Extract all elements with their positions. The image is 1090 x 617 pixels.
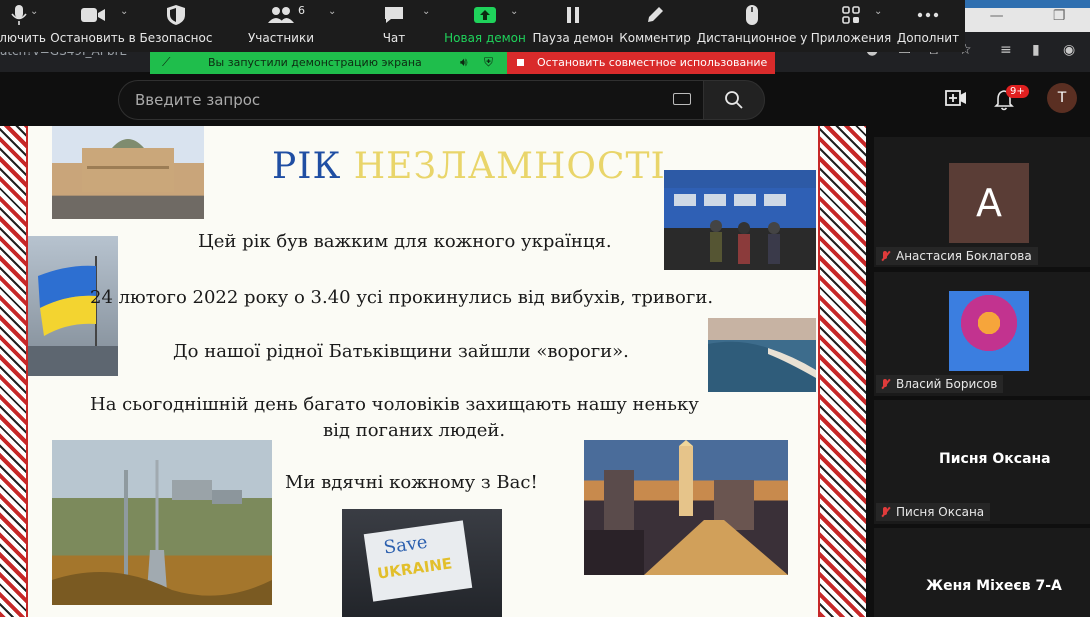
search-placeholder: Введите запрос <box>135 91 261 109</box>
kyiv-motherland-photo <box>52 440 272 605</box>
shield-icon[interactable]: ⛨ <box>484 55 493 70</box>
microphone-icon <box>11 5 27 25</box>
poster-sign: Save UKRAINE <box>363 520 473 602</box>
opera-house-photo <box>52 126 204 219</box>
apps-icon <box>842 6 860 24</box>
annotate-label: Комментир <box>619 31 691 45</box>
slide-line-2: 24 лютого 2022 року о 3.40 усі прокинули… <box>90 287 714 308</box>
participants-label: Участники <box>247 31 315 45</box>
border-line <box>818 126 820 617</box>
slide-line-5: від поганих людей. <box>323 420 506 441</box>
participant-name: Писня Оксана <box>896 505 985 519</box>
mouse-icon <box>746 5 758 25</box>
participant-tile[interactable] <box>874 528 1090 617</box>
account-avatar[interactable]: T <box>1047 83 1077 113</box>
slide-line-1: Цей рік був важким для кожного українця. <box>198 231 612 252</box>
slide-line-3: До нашої рідної Батьківщини зайшли «воро… <box>173 341 629 362</box>
apps-label: Приложения <box>810 31 892 45</box>
annotate-button[interactable]: Комментир <box>619 0 691 52</box>
participant-center-name: Женя Міхеєв 7-А <box>926 578 1062 594</box>
window-title-strip <box>965 0 1090 8</box>
pen-icon <box>648 7 663 22</box>
notification-badge: 9+ <box>1006 85 1029 98</box>
embroidery-border-left <box>0 126 28 617</box>
participant-avatar-image <box>949 291 1029 371</box>
mute-label: ключить <box>0 31 46 45</box>
sharing-banner: ⟋ Вы запустили демонстрацию экрана 🔊︎ ⛨ <box>150 52 507 74</box>
chat-button[interactable]: Чат <box>374 0 414 52</box>
pause-share-label: Пауза демон <box>532 31 614 45</box>
screen: atch?v=GS49I_APbrE ● ▭ ⧉ ☆ ≡ ▮ ◉ — ❐ клю… <box>0 0 1090 617</box>
stop-share-label: Остановить совместное использование <box>537 56 768 69</box>
media-icon[interactable]: ≡ <box>1000 42 1012 58</box>
title-part-1: РІК <box>272 146 342 187</box>
stop-share-button[interactable]: Остановить совместное использование <box>507 52 775 74</box>
more-button[interactable]: Дополнит <box>896 0 960 52</box>
pause-share-button[interactable]: Пауза демон <box>532 0 614 52</box>
participant-avatar: A <box>949 163 1029 243</box>
slide-line-4: На сьогоднішній день багато чоловіків за… <box>90 394 699 415</box>
profile-icon[interactable]: ◉ <box>1063 42 1075 58</box>
train-station-photo <box>664 170 816 270</box>
chevron-down-icon[interactable]: ⌄ <box>328 6 336 17</box>
speaker-icon[interactable]: 🔊︎ <box>460 55 468 70</box>
security-button[interactable]: Безопаснос <box>140 0 212 52</box>
remote-control-button[interactable]: Дистанционное у <box>697 0 807 52</box>
create-video-icon[interactable] <box>945 89 967 107</box>
drag-handle-icon[interactable]: ⟋ <box>162 55 170 70</box>
video-camera-icon <box>81 8 105 22</box>
muted-mic-icon <box>880 506 890 518</box>
chat-icon <box>385 7 403 23</box>
poster-text-save: Save <box>382 531 429 559</box>
embroidery-border-right <box>820 126 866 617</box>
chevron-down-icon[interactable]: ⌄ <box>874 6 882 17</box>
side-panel-icon[interactable]: ▮ <box>1032 42 1040 58</box>
slide-title: РІК НЕЗЛАМНОСТІ <box>272 146 666 187</box>
search-button[interactable] <box>703 80 765 120</box>
chevron-down-icon[interactable]: ⌄ <box>510 6 518 17</box>
search-icon <box>725 91 743 109</box>
pause-icon <box>567 7 579 23</box>
minimize-icon[interactable]: — <box>990 8 1004 24</box>
participants-count: 6 <box>298 4 305 17</box>
keyboard-icon[interactable] <box>673 93 691 105</box>
chevron-down-icon[interactable]: ⌄ <box>30 6 38 17</box>
kharkiv-city-photo <box>584 440 788 575</box>
participant-name-bar: Писня Оксана <box>876 503 991 521</box>
participant-center-name: Писня Оксана <box>939 451 1051 467</box>
stop-video-label: Остановить в <box>50 31 136 45</box>
participant-name-bar: Власий Борисов <box>876 375 1004 393</box>
muted-mic-icon <box>880 250 890 262</box>
chevron-down-icon[interactable]: ⌄ <box>422 6 430 17</box>
participant-name: Анастасия Боклагова <box>896 249 1032 263</box>
new-share-label: Новая демон <box>444 31 526 45</box>
restore-icon[interactable]: ❐ <box>1053 8 1066 24</box>
more-label: Дополнит <box>896 31 960 45</box>
sea-coast-photo <box>708 318 816 392</box>
stop-icon <box>517 59 524 66</box>
security-label: Безопаснос <box>139 31 213 45</box>
title-part-2: НЕЗЛАМНОСТІ <box>353 146 666 187</box>
participant-name: Власий Борисов <box>896 377 998 391</box>
participants-icon <box>268 7 294 23</box>
more-icon <box>917 12 939 18</box>
muted-mic-icon <box>880 378 890 390</box>
remote-control-label: Дистанционное у <box>696 31 808 45</box>
search-input[interactable]: Введите запрос <box>118 80 703 120</box>
slide-line-6: Ми вдячні кожному з Вас! <box>285 472 538 493</box>
participant-name-bar: Анастасия Боклагова <box>876 247 1038 265</box>
share-screen-icon <box>474 7 496 23</box>
save-ukraine-poster-photo: Save UKRAINE <box>342 509 502 617</box>
sharing-message: Вы запустили демонстрацию экрана <box>208 56 422 69</box>
shared-slide: РІК НЕЗЛАМНОСТІ Цей рік був важким для к… <box>0 126 866 617</box>
chat-label: Чат <box>382 31 406 45</box>
shield-icon <box>167 5 185 25</box>
poster-text-ukraine: UKRAINE <box>376 554 454 583</box>
chevron-down-icon[interactable]: ⌄ <box>120 6 128 17</box>
